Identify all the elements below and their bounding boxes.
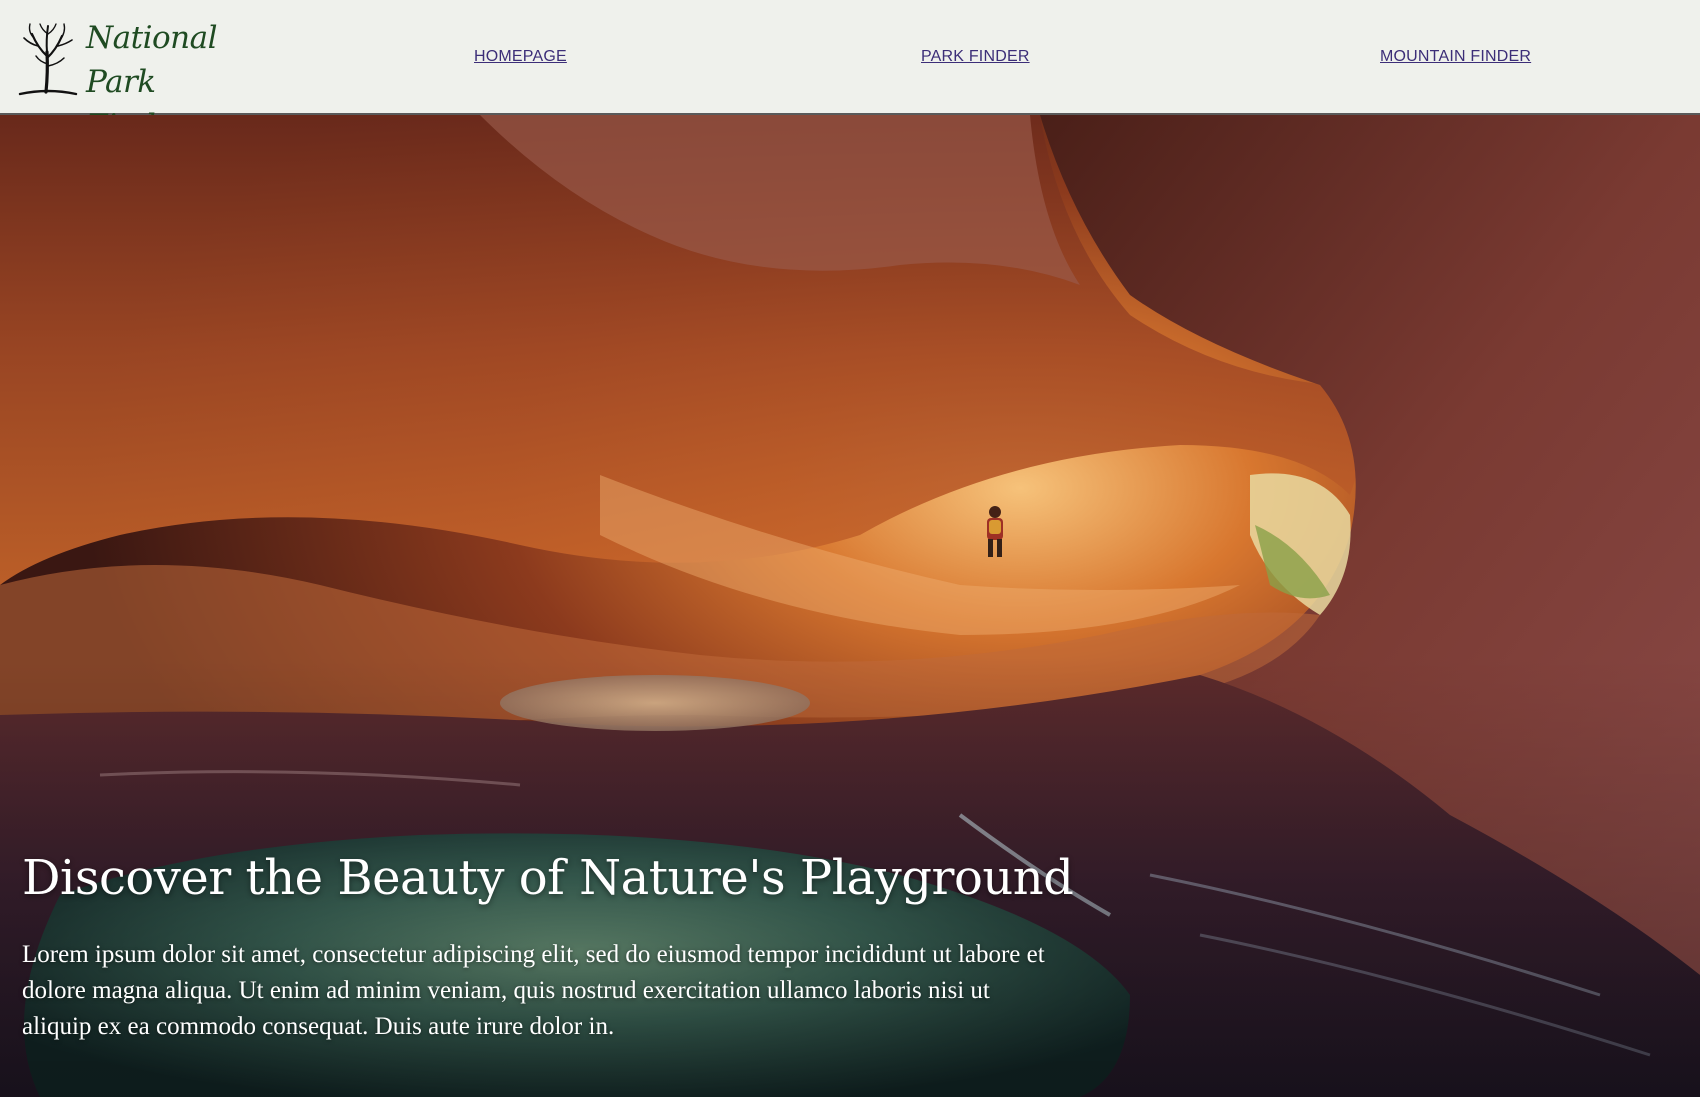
logo-line-1: National Park <box>86 20 218 100</box>
site-header: National Park Finder HOMEPAGE PARK FINDE… <box>0 0 1700 144</box>
nav-link-mountain-finder[interactable]: MOUNTAIN FINDER <box>1380 48 1531 66</box>
hero-description: Lorem ipsum dolor sit amet, consectetur … <box>22 941 1045 1040</box>
tree-icon <box>18 23 78 96</box>
hero-section: Discover the Beauty of Nature's Playgrou… <box>0 115 1700 1097</box>
nav-link-homepage[interactable]: HOMEPAGE <box>474 48 567 66</box>
logo[interactable]: National Park Finder <box>18 16 278 144</box>
page: National Park Finder HOMEPAGE PARK FINDE… <box>0 0 1700 1097</box>
hero-title: Discover the Beauty of Nature's Playgrou… <box>22 850 1074 906</box>
nav-link-park-finder[interactable]: PARK FINDER <box>921 48 1030 66</box>
